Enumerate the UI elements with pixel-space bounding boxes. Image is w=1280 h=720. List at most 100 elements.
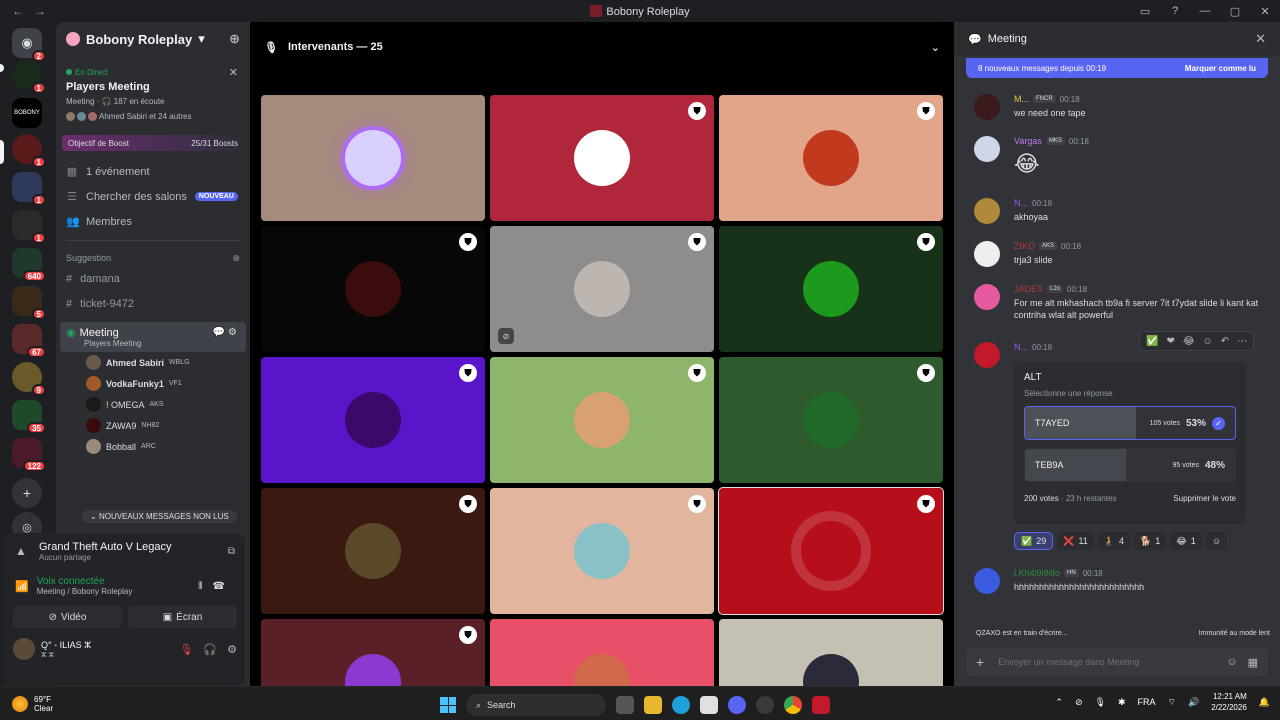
- channel-actions[interactable]: 💬⚙: [213, 327, 240, 338]
- help-icon[interactable]: ?: [1160, 0, 1190, 22]
- author-name[interactable]: M...: [1014, 94, 1029, 104]
- speaker-tile[interactable]: ⛊: [718, 487, 944, 615]
- voice-user[interactable]: ! OMEGA AKS: [56, 394, 250, 415]
- speaker-tile[interactable]: ⛊: [261, 357, 485, 483]
- mic-muted-icon[interactable]: 🎙: [179, 643, 193, 656]
- reaction-chip[interactable]: ❌ 11: [1057, 532, 1094, 550]
- app-icon[interactable]: [756, 696, 774, 714]
- server-folder-icon[interactable]: 640: [12, 248, 46, 282]
- server-folder-icon[interactable]: 1: [12, 210, 46, 244]
- forward-arrow-icon[interactable]: →: [34, 4, 46, 18]
- close-icon[interactable]: ✕: [1255, 31, 1266, 47]
- voice-user[interactable]: Ahmed Sabiri WBLG: [56, 352, 250, 373]
- speaker-tile[interactable]: ⛊: [719, 95, 943, 221]
- poll-option[interactable]: T7AYED 105 votes 53% ✓: [1024, 406, 1236, 440]
- user-info[interactable]: Q° - ILIAS ⵣⵣ ⵣ 🎙 🎧 ⚙: [5, 628, 245, 670]
- speaker-tile[interactable]: ⛊: [261, 488, 485, 614]
- clock[interactable]: 12:21 AM 2/22/2026: [1211, 691, 1247, 713]
- speaker-tile[interactable]: ⛊: [719, 357, 943, 483]
- unread-bar[interactable]: 8 nouveaux messages depuis 00:19 Marquer …: [966, 58, 1268, 78]
- server-folder-icon[interactable]: 122: [12, 438, 46, 472]
- mark-read-button[interactable]: Marquer comme lu: [1185, 64, 1256, 73]
- inbox-icon[interactable]: ▭: [1130, 0, 1160, 22]
- mic-icon[interactable]: 🎙: [1095, 697, 1106, 708]
- video-button[interactable]: ⊘ Vidéo: [13, 606, 122, 628]
- author-name[interactable]: JADEX: [1014, 284, 1043, 294]
- laugh-reaction-icon[interactable]: 😂: [1183, 336, 1195, 347]
- poll-option[interactable]: TEB9A 95 votes 48%: [1024, 448, 1236, 482]
- avatar[interactable]: [974, 568, 1000, 594]
- file-explorer-icon[interactable]: [644, 696, 662, 714]
- avatar[interactable]: [974, 136, 1000, 162]
- chat-message[interactable]: ZIKO AKS 00:18 trja3 slide: [974, 241, 1266, 267]
- taskbar-search[interactable]: ⌕ Search: [466, 694, 606, 716]
- author-name[interactable]: ZIKO: [1014, 241, 1035, 251]
- speaker-tile[interactable]: ⛊: [490, 95, 714, 221]
- avatar[interactable]: [974, 241, 1000, 267]
- reaction-chip[interactable]: 🐕 1: [1134, 532, 1167, 550]
- video-hidden-icon[interactable]: ⊘: [498, 328, 514, 344]
- close-window-button[interactable]: ✕: [1250, 0, 1280, 22]
- server-icon[interactable]: 9: [12, 362, 46, 396]
- channel-damana[interactable]: # damana: [56, 266, 250, 291]
- chrome-icon[interactable]: [784, 696, 802, 714]
- voice-user[interactable]: VodkaFunky1 VF1: [56, 373, 250, 394]
- heart-reaction-icon[interactable]: ❤: [1166, 336, 1174, 347]
- server-icon[interactable]: 1: [12, 60, 46, 94]
- store-icon[interactable]: [700, 696, 718, 714]
- avatar[interactable]: [974, 284, 1000, 310]
- server-folder-icon[interactable]: 67: [12, 324, 46, 358]
- boost-goal[interactable]: Objectif de Boost 25/31 Boosts: [62, 135, 244, 151]
- chat-message[interactable]: Vargas MKS 00:18 😂: [974, 136, 1266, 179]
- chat-message[interactable]: JADEX L2o 00:18 For me alt mkhashach tb9a f…: [974, 284, 1266, 321]
- emoji-icon[interactable]: ☺: [1226, 656, 1237, 669]
- server-icon[interactable]: 1: [12, 134, 46, 168]
- chevron-up-icon[interactable]: ⌃: [1055, 697, 1063, 708]
- headset-icon[interactable]: 🎧: [203, 643, 217, 656]
- live-event-card[interactable]: En Direct Players Meeting Meeting · 🎧 18…: [62, 62, 244, 127]
- reaction-chip[interactable]: 😂 1: [1170, 532, 1202, 550]
- server-folder-icon[interactable]: 1: [12, 172, 46, 206]
- author-name[interactable]: N...: [1014, 198, 1028, 208]
- volume-icon[interactable]: 🔊: [1188, 697, 1199, 708]
- close-icon[interactable]: ✕: [229, 66, 238, 79]
- category-header[interactable]: Suggestion ⊗: [56, 247, 250, 266]
- add-server-icon[interactable]: +: [12, 478, 42, 508]
- invite-icon[interactable]: ⊕: [229, 31, 240, 47]
- voice-user[interactable]: Bobball ARC: [56, 436, 250, 457]
- more-icon[interactable]: ⋯: [1237, 336, 1247, 347]
- composer-placeholder[interactable]: Envoyer un message dans Meeting: [998, 657, 1139, 667]
- avatar[interactable]: [974, 198, 1000, 224]
- reply-icon[interactable]: ↶: [1221, 336, 1229, 347]
- voice-user[interactable]: ZAWA9 NH82: [56, 415, 250, 436]
- minimize-button[interactable]: —: [1190, 0, 1220, 22]
- speaker-tile[interactable]: ⛊: [261, 226, 485, 352]
- disconnect-icon[interactable]: ⦀☎: [198, 581, 235, 592]
- chat-message[interactable]: N... 00:18 akhoyaa: [974, 198, 1266, 224]
- weather-widget[interactable]: 69°F Clear: [0, 695, 53, 713]
- speaker-tile[interactable]: ⛊: [719, 226, 943, 352]
- wifi-icon[interactable]: ⌔: [1168, 697, 1176, 708]
- speaker-tile[interactable]: ⛊: [490, 357, 714, 483]
- server-folder-icon[interactable]: 35: [12, 400, 46, 434]
- settings-gear-icon[interactable]: ⚙: [227, 643, 237, 656]
- network-icon[interactable]: ⊘: [1075, 697, 1083, 708]
- browse-channels-link[interactable]: ☰ Chercher des salons NOUVEAU: [56, 184, 250, 209]
- chat-message[interactable]: M... FNCR 00:18 we need one tape: [974, 94, 1266, 120]
- edge-icon[interactable]: [672, 696, 690, 714]
- start-icon[interactable]: [440, 697, 456, 713]
- back-arrow-icon[interactable]: ←: [12, 4, 24, 18]
- speaker-tile[interactable]: ⛊: [490, 488, 714, 614]
- avatar[interactable]: [974, 94, 1000, 120]
- server-icon-bobony[interactable]: BOBONY: [12, 98, 42, 128]
- message-composer[interactable]: + Envoyer un message dans Meeting ☺ ▦: [966, 648, 1268, 676]
- apps-icon[interactable]: ▦: [1248, 656, 1258, 669]
- plus-icon[interactable]: +: [976, 654, 984, 670]
- screen-button[interactable]: ▣ Écran: [128, 606, 237, 628]
- stage-channel-meeting[interactable]: ◉ Meeting Players Meeting 💬⚙: [60, 322, 246, 352]
- app-icon[interactable]: [812, 696, 830, 714]
- author-name[interactable]: Vargas: [1014, 136, 1042, 146]
- channel-ticket[interactable]: # ticket-9472: [56, 291, 250, 316]
- check-reaction-icon[interactable]: ✅: [1146, 336, 1158, 347]
- server-header[interactable]: Bobony Roleplay ▾ ⊕: [56, 22, 250, 56]
